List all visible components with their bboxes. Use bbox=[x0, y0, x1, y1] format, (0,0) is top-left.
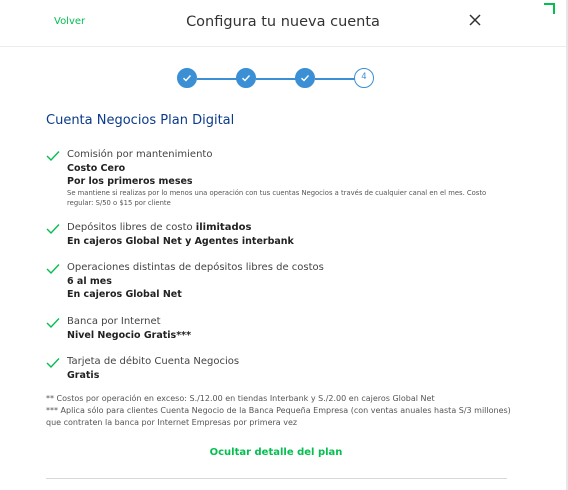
feature-label: Depósitos libres de costo ilimitados bbox=[67, 222, 251, 233]
progress-stepper: 4 bbox=[0, 0, 566, 100]
feature-value: Costo Cero bbox=[67, 163, 126, 174]
feature-label: Comisión por mantenimiento bbox=[67, 149, 213, 160]
feature-label: Banca por Internet bbox=[67, 316, 161, 327]
check-icon bbox=[46, 264, 60, 275]
footnotes: ** Costos por operación en exceso: S./12… bbox=[46, 393, 516, 429]
check-icon bbox=[46, 318, 60, 329]
feature-label-text: Depósitos libres de costo bbox=[67, 222, 196, 233]
feature-value: Por los primeros meses bbox=[67, 176, 193, 187]
feature-note: Se mantiene si realizas por lo menos una… bbox=[67, 189, 487, 207]
step-check-icon bbox=[183, 75, 192, 82]
step-connector bbox=[197, 78, 237, 80]
hide-plan-details-button[interactable]: Ocultar detalle del plan bbox=[0, 447, 552, 458]
feature-value: Gratis bbox=[67, 370, 100, 381]
check-icon bbox=[46, 224, 60, 235]
divider bbox=[46, 478, 507, 479]
page: Volver Configura tu nueva cuenta 4 Cuent… bbox=[0, 0, 566, 490]
step-1 bbox=[177, 68, 197, 88]
feature-label: Tarjeta de débito Cuenta Negocios bbox=[67, 356, 240, 367]
step-check-icon bbox=[301, 75, 310, 82]
step-3 bbox=[295, 68, 315, 88]
footnote: ** Costos por operación en exceso: S./12… bbox=[46, 394, 435, 403]
step-connector bbox=[315, 78, 355, 80]
step-4: 4 bbox=[354, 68, 374, 88]
step-2 bbox=[236, 68, 256, 88]
feature-value: En cajeros Global Net bbox=[67, 289, 182, 300]
corner-accent bbox=[544, 3, 555, 14]
check-icon bbox=[46, 358, 60, 369]
plan-title: Cuenta Negocios Plan Digital bbox=[46, 113, 235, 128]
check-icon bbox=[46, 151, 60, 162]
feature-label: Operaciones distintas de depósitos libre… bbox=[67, 262, 324, 273]
feature-label-emphasis: ilimitados bbox=[195, 222, 252, 233]
feature-value: Nivel Negocio Gratis*** bbox=[67, 330, 192, 341]
feature-value: 6 al mes bbox=[67, 276, 112, 287]
step-connector bbox=[256, 78, 296, 80]
footnote: *** Aplica sólo para clientes Cuenta Neg… bbox=[46, 406, 511, 427]
step-check-icon bbox=[242, 75, 251, 82]
feature-value: En cajeros Global Net y Agentes interban… bbox=[67, 236, 294, 247]
